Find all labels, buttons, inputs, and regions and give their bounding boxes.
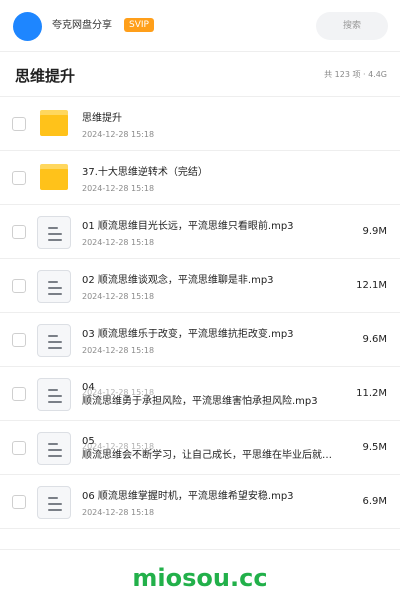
- file-date: 2024-12-28 15:18: [82, 184, 155, 193]
- file-size: 6.9M: [362, 496, 387, 507]
- file-date: 2024-12-28 15:18: [82, 292, 155, 301]
- search-input[interactable]: [316, 12, 388, 40]
- select-checkbox[interactable]: [12, 333, 26, 347]
- file-date: 2024-12-28 15:18: [82, 508, 155, 517]
- select-checkbox[interactable]: [12, 387, 26, 401]
- svip-badge: SVIP: [124, 18, 154, 32]
- select-checkbox[interactable]: [12, 171, 26, 185]
- file-name: 02 顺流思维谈观念，平流思维聊是非.mp3: [82, 275, 274, 286]
- file-date: 2024-12-28 15:18: [82, 130, 155, 139]
- file-size: 9.9M: [362, 226, 387, 237]
- file-row[interactable]: 2024-12-28 15:18 05 顺流思维会不断学习，让自己成长，平思维在…: [0, 421, 400, 475]
- file-name: 05 顺流思维会不断学习，让自己成长，平思维在毕业后就停止学习.mp3: [82, 435, 340, 463]
- select-checkbox[interactable]: [12, 495, 26, 509]
- file-size: 9.5M: [362, 442, 387, 453]
- footer: miosou.cc: [0, 549, 400, 600]
- item-summary: 共 123 项 · 4.4G: [324, 70, 387, 79]
- file-row[interactable]: 思维提升 2024-12-28 15:18: [0, 97, 400, 151]
- file-row[interactable]: 03 顺流思维乐于改变，平流思维抗拒改变.mp3 2024-12-28 15:1…: [0, 313, 400, 367]
- select-checkbox[interactable]: [12, 225, 26, 239]
- folder-icon: [40, 164, 68, 190]
- page-title: 思维提升: [15, 67, 76, 85]
- file-name-line-2: 顺流思维会不断学习，让自己成长，平思维在毕业后就停止学习.mp3: [82, 450, 337, 461]
- watermark: miosou.cc: [132, 564, 268, 592]
- file-name-line-1: 04: [82, 382, 95, 393]
- file-date: 2024-12-28 15:18: [82, 238, 155, 247]
- file-row[interactable]: 2024-12-28 15:18 04 顺流思维勇于承担风险，平流思维害怕承担风…: [0, 367, 400, 421]
- file-size: 12.1M: [356, 280, 387, 291]
- file-row[interactable]: 01 顺流思维目光长远，平流思维只看眼前.mp3 2024-12-28 15:1…: [0, 205, 400, 259]
- file-name: 01 顺流思维目光长远，平流思维只看眼前.mp3: [82, 221, 294, 232]
- select-checkbox[interactable]: [12, 117, 26, 131]
- file-size: 9.6M: [362, 334, 387, 345]
- audio-file-icon: [37, 216, 71, 249]
- audio-file-icon: [37, 432, 71, 465]
- file-name: 37.十大思维逆转术（完结）: [82, 167, 208, 178]
- file-name-line-2: 顺流思维勇于承担风险，平流思维害怕承担风险.mp3: [82, 396, 318, 407]
- sharer-name: 夸克网盘分享: [52, 20, 112, 31]
- file-date: 2024-12-28 15:18: [82, 346, 155, 355]
- file-row[interactable]: 37.十大思维逆转术（完结） 2024-12-28 15:18: [0, 151, 400, 205]
- file-name: 思维提升: [82, 113, 122, 124]
- folder-icon: [40, 110, 68, 136]
- file-row[interactable]: 06 顺流思维掌握时机，平流思维希望安稳.mp3 2024-12-28 15:1…: [0, 475, 400, 529]
- audio-file-icon: [37, 270, 71, 303]
- file-name: 04 顺流思维勇于承担风险，平流思维害怕承担风险.mp3: [82, 381, 340, 409]
- select-checkbox[interactable]: [12, 279, 26, 293]
- file-name: 03 顺流思维乐于改变，平流思维抗拒改变.mp3: [82, 329, 294, 340]
- select-checkbox[interactable]: [12, 441, 26, 455]
- file-row[interactable]: 02 顺流思维谈观念，平流思维聊是非.mp3 2024-12-28 15:18 …: [0, 259, 400, 313]
- file-name: 06 顺流思维掌握时机，平流思维希望安稳.mp3: [82, 491, 294, 502]
- folder-header: 思维提升 共 123 项 · 4.4G: [0, 52, 400, 97]
- audio-file-icon: [37, 378, 71, 411]
- file-size: 11.2M: [356, 388, 387, 399]
- audio-file-icon: [37, 324, 71, 357]
- audio-file-icon: [37, 486, 71, 519]
- file-name-line-1: 05: [82, 436, 95, 447]
- top-bar: 夸克网盘分享 SVIP: [0, 0, 400, 52]
- avatar[interactable]: [13, 12, 42, 41]
